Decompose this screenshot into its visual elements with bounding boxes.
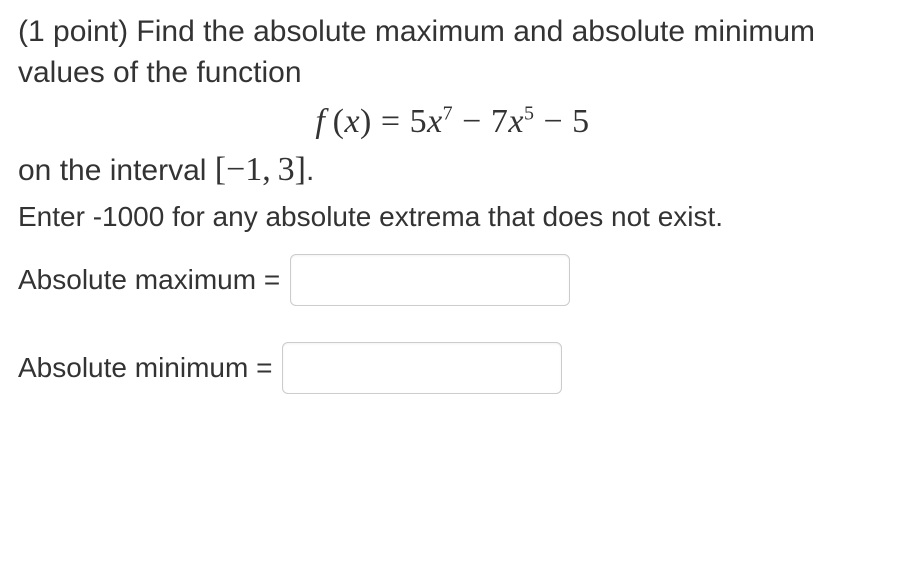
absolute-minimum-label: Absolute minimum = xyxy=(18,349,272,387)
absolute-minimum-row: Absolute minimum = xyxy=(18,342,887,394)
hint-text: Enter -1000 for any absolute extrema tha… xyxy=(18,197,887,236)
prompt-text: Find the absolute maximum and absolute m… xyxy=(18,15,815,89)
absolute-maximum-label: Absolute maximum = xyxy=(18,261,280,299)
question-prompt: (1 point) Find the absolute maximum and … xyxy=(18,12,887,93)
interval-prefix: on the interval xyxy=(18,154,215,187)
function-expression: f (x) = 5x7 − 7x5 − 5 xyxy=(18,99,887,145)
absolute-maximum-input[interactable] xyxy=(290,254,570,306)
absolute-maximum-row: Absolute maximum = xyxy=(18,254,887,306)
interval-expression: [−1, 3] xyxy=(215,151,306,188)
points-label: (1 point) xyxy=(18,15,136,48)
interval-suffix: . xyxy=(306,154,314,187)
absolute-minimum-input[interactable] xyxy=(282,342,562,394)
interval-line: on the interval [−1, 3]. xyxy=(18,147,887,193)
